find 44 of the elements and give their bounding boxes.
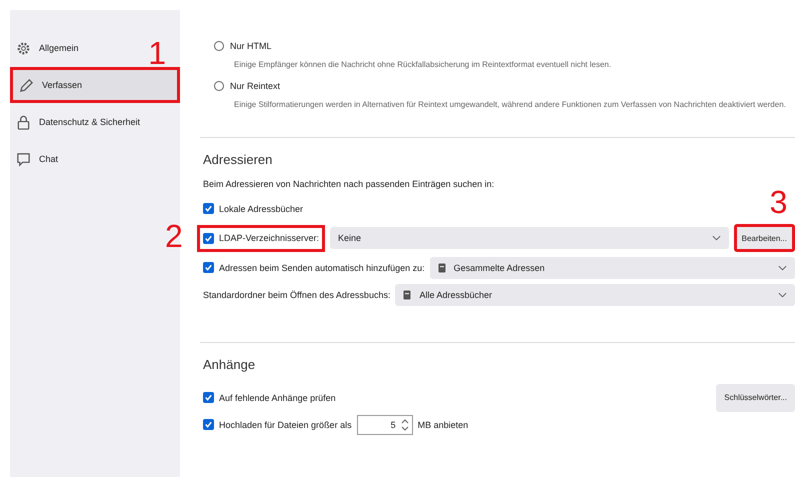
chevron-down-icon: [778, 264, 787, 270]
field-label: Standardordner beim Öffnen des Adressbuchs:: [203, 290, 390, 300]
address-book-icon: [438, 262, 446, 272]
intro-text: Beim Adressieren von Nachrichten nach passenden Einträgen suchen in:: [203, 179, 496, 189]
checkbox[interactable]: [203, 232, 214, 244]
spin-arrows-icon: [400, 416, 410, 432]
radio-label: Nur HTML: [230, 41, 272, 51]
option-description: Einige Empfänger können die Nachricht ohne Rückfallabsicherung im Reintextformat eventuell nicht lesen.: [234, 59, 612, 71]
checkbox[interactable]: [203, 203, 214, 214]
step-number: 3: [770, 186, 788, 218]
step-number: 1: [148, 37, 166, 69]
sidebar-item[interactable]: Verfassen: [10, 67, 180, 103]
sidebar-item[interactable]: Chat: [10, 141, 66, 177]
section-heading: Adressieren: [203, 152, 274, 167]
checkbox-label: Hochladen für Dateien größer als: [219, 420, 352, 430]
sidebar-item[interactable]: Datenschutz & Sicherheit: [10, 104, 148, 140]
step-number: 2: [165, 220, 183, 252]
unit-label: MB anbieten: [418, 420, 468, 430]
gear-icon: [16, 40, 31, 56]
checkbox-label: Auf fehlende Anhänge prüfen: [219, 392, 336, 402]
chevron-down-icon: [778, 292, 787, 298]
section-heading: Anhänge: [203, 357, 256, 372]
option-description: Einige Stilformatierungen werden in Alternativen für Reintext umgewandelt, während andere Funktionen zum Verfassen von Nachrichten deaktiviert werden.: [234, 99, 787, 111]
checkbox-label: Lokale Adressbücher: [219, 204, 304, 214]
radio-button[interactable]: [214, 41, 224, 51]
sidebar-item[interactable]: Allgemein: [10, 30, 87, 66]
address-book-dropdown[interactable]: Gesammelte Adressen: [430, 256, 795, 278]
lock-icon: [16, 114, 31, 130]
checkbox[interactable]: [203, 392, 214, 403]
edit-button[interactable]: Bearbeiten...: [734, 224, 795, 252]
radio-label: Nur Reintext: [230, 81, 280, 91]
keywords-button[interactable]: Schlüsselwörter...: [716, 384, 795, 412]
radio-button[interactable]: [214, 81, 224, 91]
checkbox[interactable]: [203, 419, 214, 430]
number-spinner[interactable]: 5: [356, 414, 413, 434]
address-book-dropdown[interactable]: Alle Adressbücher: [395, 284, 795, 306]
pencil-icon: [19, 78, 34, 92]
checkbox-label: LDAP-Verzeichnisserver:: [219, 233, 320, 243]
address-book-icon: [403, 290, 412, 300]
chevron-down-icon: [712, 235, 721, 241]
ldap-dropdown[interactable]: Keine: [330, 227, 729, 249]
checkbox-label: Adressen beim Senden automatisch hinzufügen zu:: [219, 262, 425, 272]
chat-bubble-icon: [16, 152, 31, 166]
checkbox[interactable]: [203, 262, 214, 273]
